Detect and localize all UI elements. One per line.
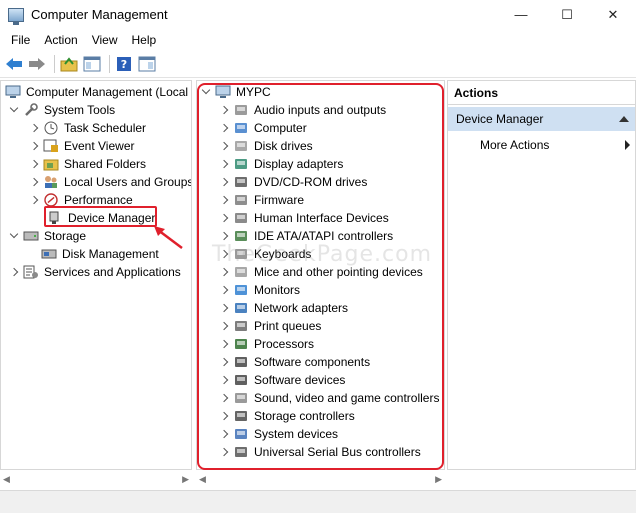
forward-arrow-icon — [29, 58, 45, 70]
maximize-button[interactable]: ☐ — [544, 0, 590, 29]
disk-management-icon — [41, 247, 57, 261]
console-tree-pane: Computer Management (Local System Tools … — [0, 80, 192, 470]
actions-pane: Actions Device Manager More Actions — [447, 80, 636, 470]
scroll-right-icon[interactable]: ▶ — [435, 474, 442, 485]
tree-item-event-viewer[interactable]: Event Viewer — [29, 137, 134, 155]
tree-item-label: Storage — [44, 229, 87, 243]
more-actions-label: More Actions — [480, 138, 550, 152]
scroll-right-icon[interactable]: ▶ — [182, 474, 189, 485]
tools-icon — [23, 103, 39, 117]
up-folder-icon — [60, 57, 78, 72]
tree-item-label: Performance — [64, 193, 133, 207]
performance-icon — [43, 193, 59, 207]
chevron-right-icon[interactable] — [29, 177, 39, 187]
back-button[interactable] — [4, 54, 24, 74]
toolbar: ? — [0, 51, 636, 78]
tree-item-services[interactable]: Services and Applications — [9, 263, 181, 281]
tree-root-label: Computer Management (Local — [26, 85, 189, 99]
menu-help[interactable]: Help — [125, 33, 164, 47]
chevron-right-icon[interactable] — [29, 123, 39, 133]
storage-icon — [23, 229, 39, 243]
tree-item-label: Shared Folders — [64, 157, 147, 171]
back-arrow-icon — [6, 58, 22, 70]
actions-device-manager[interactable]: Device Manager — [448, 107, 635, 131]
clock-icon — [43, 121, 59, 135]
svg-text:?: ? — [121, 58, 127, 71]
tree-item-label: Event Viewer — [64, 139, 135, 153]
middle-pane-scrollbar[interactable]: ◀ ▶ — [196, 472, 445, 486]
actions-device-manager-label: Device Manager — [456, 112, 544, 126]
show-hide-action-pane-button[interactable] — [137, 54, 157, 74]
menu-file[interactable]: File — [4, 33, 37, 47]
console-tree-icon — [83, 56, 101, 72]
tree-item-disk-management[interactable]: Disk Management — [41, 245, 159, 263]
tree-item-system-tools[interactable]: System Tools — [9, 101, 115, 119]
users-icon — [43, 175, 59, 189]
tree-item-label: Task Scheduler — [64, 121, 147, 135]
tree-item-storage[interactable]: Storage — [9, 227, 86, 245]
chevron-right-icon[interactable] — [29, 141, 39, 151]
shared-folder-icon — [43, 157, 59, 171]
up-folder-button[interactable] — [59, 54, 79, 74]
tree-item-label: Services and Applications — [44, 265, 181, 279]
forward-button[interactable] — [27, 54, 47, 74]
status-bar — [0, 490, 636, 513]
chevron-down-icon[interactable] — [9, 231, 19, 241]
device-list-highlight — [197, 83, 444, 470]
computer-management-icon — [5, 85, 21, 99]
minimize-button[interactable]: — — [498, 0, 544, 29]
submenu-arrow-icon — [625, 140, 630, 150]
toolbar-separator — [109, 55, 110, 73]
device-manager-highlight — [44, 206, 157, 227]
scroll-left-icon[interactable]: ◀ — [3, 474, 10, 485]
scroll-left-icon[interactable]: ◀ — [199, 474, 206, 485]
close-button[interactable]: ✕ — [590, 0, 636, 29]
collapse-arrow-icon[interactable] — [619, 116, 629, 122]
left-pane-scrollbar[interactable]: ◀ ▶ — [0, 472, 192, 486]
actions-header: Actions — [448, 81, 635, 105]
red-arrow-icon — [154, 226, 183, 249]
chevron-right-icon[interactable] — [29, 159, 39, 169]
chevron-right-icon[interactable] — [29, 195, 39, 205]
tree-item-label: System Tools — [44, 103, 116, 117]
toolbar-separator — [54, 55, 55, 73]
window-title: Computer Management — [31, 7, 168, 22]
menu-view[interactable]: View — [85, 33, 125, 47]
action-pane-icon — [138, 56, 156, 72]
help-button[interactable]: ? — [114, 54, 134, 74]
tree-item-label: Local Users and Groups — [64, 175, 192, 189]
menu-action[interactable]: Action — [37, 33, 84, 47]
tree-item-shared-folders[interactable]: Shared Folders — [29, 155, 146, 173]
computer-management-icon — [8, 7, 24, 25]
tree-item-local-users[interactable]: Local Users and Groups — [29, 173, 192, 191]
tree-item-label: Disk Management — [62, 247, 159, 261]
tree-root[interactable]: Computer Management (Local — [5, 83, 188, 101]
tree-item-task-scheduler[interactable]: Task Scheduler — [29, 119, 146, 137]
event-viewer-icon — [43, 139, 59, 153]
title-bar: Computer Management — ☐ ✕ — [0, 0, 636, 29]
chevron-right-icon[interactable] — [9, 267, 19, 277]
services-icon — [23, 265, 39, 279]
more-actions-item[interactable]: More Actions — [480, 135, 630, 155]
help-icon: ? — [117, 57, 131, 71]
chevron-down-icon[interactable] — [9, 105, 19, 115]
show-hide-console-tree-button[interactable] — [82, 54, 102, 74]
menu-bar: File Action View Help — [0, 29, 636, 51]
